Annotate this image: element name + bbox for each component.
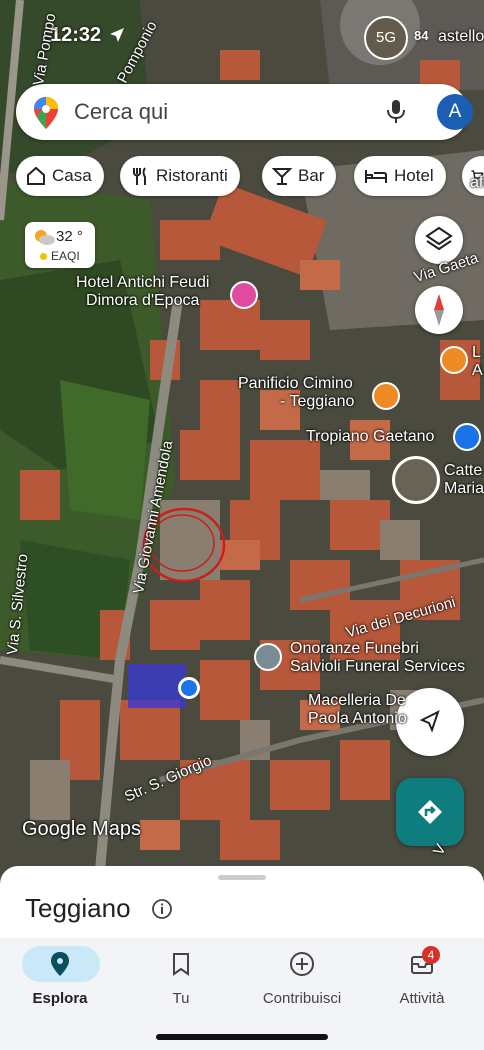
restaurant-pin[interactable] bbox=[372, 382, 400, 410]
weather-widget[interactable]: 32 ° EAQI bbox=[25, 222, 95, 268]
account-avatar[interactable]: A bbox=[437, 94, 473, 130]
add-circle-icon bbox=[290, 952, 314, 976]
weather-temperature: 32 ° bbox=[56, 228, 83, 245]
hotel-pin[interactable] bbox=[230, 281, 258, 309]
chip-label: Casa bbox=[52, 166, 92, 185]
notification-badge: 4 bbox=[422, 946, 440, 964]
compass-button[interactable] bbox=[415, 286, 463, 334]
aqi-dot bbox=[40, 253, 47, 260]
google-maps-pin-icon bbox=[34, 97, 58, 129]
home-indicator[interactable] bbox=[156, 1034, 328, 1040]
map-label-cattedrale: Catte Maria bbox=[444, 462, 484, 497]
map-label-panificio: Panificio Cimino - Teggiano bbox=[238, 375, 355, 410]
map-label-onoranze: Onoranze Funebri Salvioli Funeral Servic… bbox=[290, 640, 466, 675]
home-icon bbox=[27, 166, 45, 185]
map-label-castello: astello bbox=[438, 28, 484, 45]
bookmark-icon bbox=[173, 953, 189, 976]
partly-sunny-icon bbox=[35, 230, 55, 245]
tab-esplora[interactable]: Esplora bbox=[0, 946, 120, 1016]
map-label-right-edge: L A bbox=[472, 344, 483, 379]
bar-pin[interactable] bbox=[440, 346, 468, 374]
fork-knife-icon bbox=[133, 167, 146, 185]
weather-aqi: EAQI bbox=[51, 249, 80, 263]
chip-hotel[interactable]: Hotel bbox=[354, 156, 446, 196]
chip-label: Ristoranti bbox=[156, 166, 228, 185]
tab-contribuisci[interactable]: Contribuisci bbox=[242, 946, 362, 1016]
bed-icon bbox=[365, 170, 387, 183]
chip-bar[interactable]: Bar bbox=[262, 156, 337, 196]
current-location-dot bbox=[178, 677, 200, 699]
tab-attivita[interactable]: 4 Attività bbox=[362, 946, 482, 1016]
status-time: 12:32 bbox=[50, 24, 102, 46]
cocktail-icon bbox=[272, 168, 292, 185]
directions-button[interactable] bbox=[396, 778, 464, 846]
tab-label: Attività bbox=[399, 990, 445, 1007]
map-label-tropiano: Tropiano Gaetano bbox=[306, 428, 435, 445]
google-maps-watermark: Google Maps bbox=[22, 818, 141, 840]
funeral-services-pin[interactable] bbox=[254, 643, 282, 671]
tab-label: Tu bbox=[172, 990, 190, 1007]
search-input[interactable]: Cerca qui bbox=[74, 99, 168, 125]
place-title: Teggiano bbox=[25, 893, 131, 923]
network-badge: 5G bbox=[364, 16, 408, 60]
sheet-drag-handle[interactable] bbox=[218, 875, 266, 880]
search-bar[interactable]: Cerca qui A bbox=[16, 84, 473, 140]
chip-ristoranti[interactable]: Ristoranti bbox=[120, 156, 240, 196]
battery-indicator: 84 bbox=[414, 28, 429, 43]
location-pin-icon bbox=[51, 952, 69, 976]
location-arrow-icon bbox=[110, 28, 124, 42]
chip-casa[interactable]: Casa bbox=[16, 156, 104, 196]
tab-tu[interactable]: Tu bbox=[121, 946, 241, 1016]
microphone-icon[interactable] bbox=[384, 99, 408, 125]
map-label-hotel: Hotel Antichi Feudi Dimora d'Epoca bbox=[76, 274, 210, 309]
map-label-cafe: afi bbox=[470, 174, 484, 191]
chip-label: Bar bbox=[298, 166, 325, 185]
info-icon[interactable] bbox=[151, 898, 173, 920]
map-label-macelleria: Macelleria De Paola Antonio bbox=[308, 692, 407, 727]
tab-label: Contribuisci bbox=[262, 990, 342, 1007]
cathedral-photo-pin[interactable] bbox=[392, 456, 440, 504]
shop-pin[interactable] bbox=[453, 423, 481, 451]
directions-icon bbox=[418, 800, 442, 824]
chip-label: Hotel bbox=[394, 166, 434, 185]
tab-label: Esplora bbox=[32, 990, 88, 1007]
compass-icon bbox=[434, 294, 444, 326]
